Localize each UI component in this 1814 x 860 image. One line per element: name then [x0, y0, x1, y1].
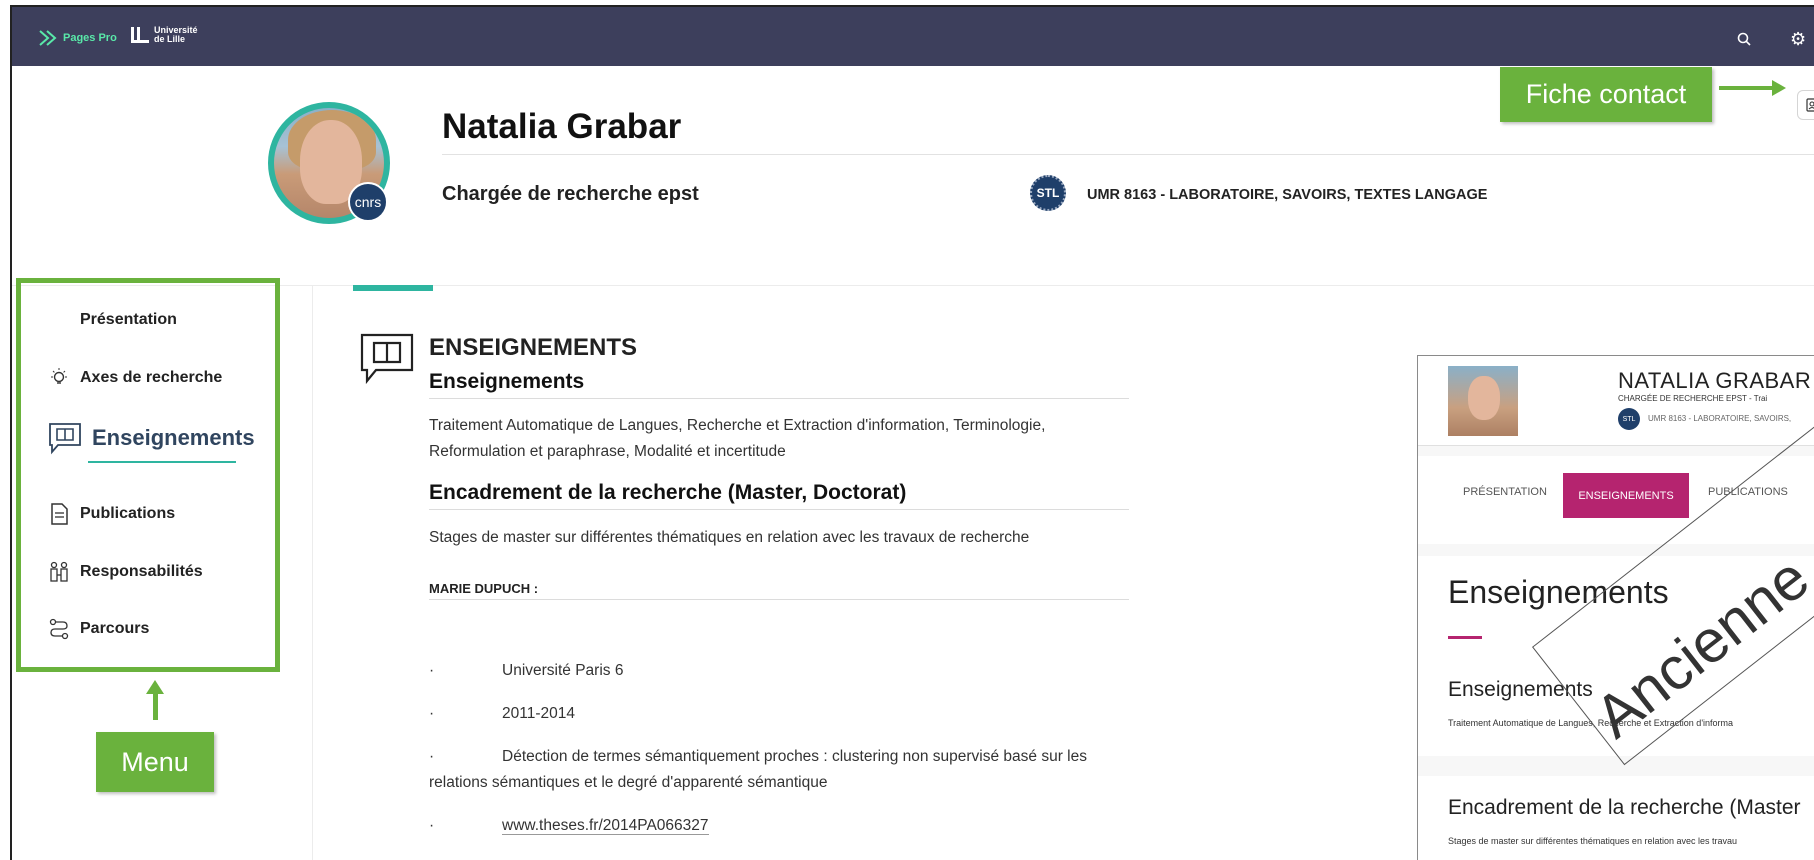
old-accent [1448, 636, 1482, 639]
subsection-divider [429, 398, 1129, 399]
sidebar-item-label: Présentation [80, 311, 177, 328]
sidebar-item-presentation[interactable]: Présentation [80, 311, 177, 329]
cnrs-badge: cnrs [348, 182, 388, 222]
subsection-divider [429, 509, 1129, 510]
univ-line2: de Lille [154, 34, 186, 44]
header-bottom-divider [12, 285, 1814, 286]
old-tab-enseignements: ENSEIGNEMENTS [1563, 473, 1689, 518]
thesis-link-text[interactable]: www.theses.fr/2014PA066327 [502, 817, 709, 835]
sidebar-item-label: Responsabilités [80, 563, 203, 580]
page-title: Natalia Grabar [442, 107, 682, 146]
browser-viewport: Pages Pro Université de Lille ⚙ cnrs Nat… [10, 5, 1814, 860]
book-icon [48, 421, 82, 455]
callout-fiche-contact: Fiche contact [1500, 67, 1712, 122]
header-divider [442, 154, 1814, 155]
enseignements-text: Traitement Automatique de Langues, Reche… [429, 417, 1046, 460]
sidebar-item-publications[interactable]: Publications [48, 503, 175, 525]
bullet-mark: · [429, 662, 435, 679]
student-name: MARIE DUPUCH : [429, 581, 539, 596]
lab-name[interactable]: UMR 8163 - LABORATOIRE, SAVOIRS, TEXTES … [1087, 187, 1487, 203]
sidebar-item-parcours[interactable]: Parcours [48, 618, 149, 640]
old-tab-presentation: PRÉSENTATION [1463, 486, 1547, 498]
top-bar: Pages Pro Université de Lille ⚙ [12, 7, 1814, 66]
sidebar-item-enseignements[interactable]: Enseignements [48, 421, 255, 455]
menu-highlight-box [16, 278, 280, 672]
old-lab: UMR 8163 - LABORATOIRE, SAVOIRS, [1648, 414, 1792, 423]
sidebar-item-label: Enseignements [92, 425, 255, 450]
bullet-mark: · [429, 817, 435, 834]
subsection-title-enseignements: Enseignements [429, 370, 585, 393]
subsection-title-encadrement: Encadrement de la recherche (Master, Doc… [429, 481, 907, 504]
list-item: Université Paris 6 [502, 662, 624, 679]
people-icon [48, 561, 70, 583]
callout-arrow-right-head [1772, 80, 1786, 96]
old-name: NATALIA GRABAR [1618, 368, 1812, 393]
student-divider [429, 599, 1129, 600]
universite-lille-logo[interactable]: Université de Lille [130, 26, 198, 44]
old-avatar [1448, 366, 1518, 436]
sidebar-item-axes-de-recherche[interactable]: Axes de recherche [48, 367, 222, 389]
pages-pro-logo-icon [39, 30, 57, 46]
callout-arrow-right [1719, 86, 1775, 90]
sidebar-item-label: Axes de recherche [80, 369, 223, 386]
universite-lille-logo-icon [131, 27, 149, 43]
lightbulb-icon [48, 367, 70, 389]
bullet-mark: · [429, 748, 435, 765]
callout-arrow-up [153, 690, 158, 720]
list-item: Détection de termes sémantiquement proch… [502, 748, 1087, 765]
old-role: CHARGÉE DE RECHERCHE EPST - Trai [1618, 394, 1768, 403]
old-subheading-2: Encadrement de la recherche (Master [1448, 796, 1801, 819]
pages-pro-logo[interactable]: Pages Pro [38, 29, 117, 47]
pages-pro-label: Pages Pro [63, 32, 117, 44]
encadrement-text: Stages de master sur différentes thémati… [429, 529, 1030, 546]
list-item: 2011-2014 [502, 705, 575, 722]
section-accent [353, 285, 433, 291]
universite-lille-text: Université de Lille [154, 26, 198, 44]
old-header: NATALIA GRABAR CHARGÉE DE RECHERCHE EPST… [1418, 356, 1814, 446]
section-title: ENSEIGNEMENTS [429, 334, 638, 361]
thesis-link[interactable]: www.theses.fr/2014PA066327 [502, 817, 709, 835]
active-item-underline [88, 461, 236, 463]
search-icon[interactable] [1737, 32, 1751, 51]
document-icon [48, 503, 70, 525]
route-icon [48, 618, 70, 640]
lab-logo: STL [1030, 175, 1066, 211]
sidebar-divider [312, 285, 313, 860]
callout-menu: Menu [96, 732, 214, 792]
sidebar-item-label: Publications [80, 505, 176, 522]
sidebar-item-label: Parcours [80, 620, 150, 637]
list-item-continuation: relations sémantiques et le degré d'appa… [429, 774, 828, 791]
old-lab-logo: STL [1618, 408, 1640, 430]
gear-icon[interactable]: ⚙ [1790, 29, 1806, 50]
contact-card-icon[interactable] [1797, 90, 1814, 120]
book-icon [360, 333, 414, 385]
sidebar-item-responsabilites[interactable]: Responsabilités [48, 561, 203, 583]
job-title: Chargée de recherche epst [442, 183, 699, 205]
old-text-2: Stages de master sur différentes thémati… [1448, 836, 1737, 846]
bullet-mark: · [429, 705, 435, 722]
